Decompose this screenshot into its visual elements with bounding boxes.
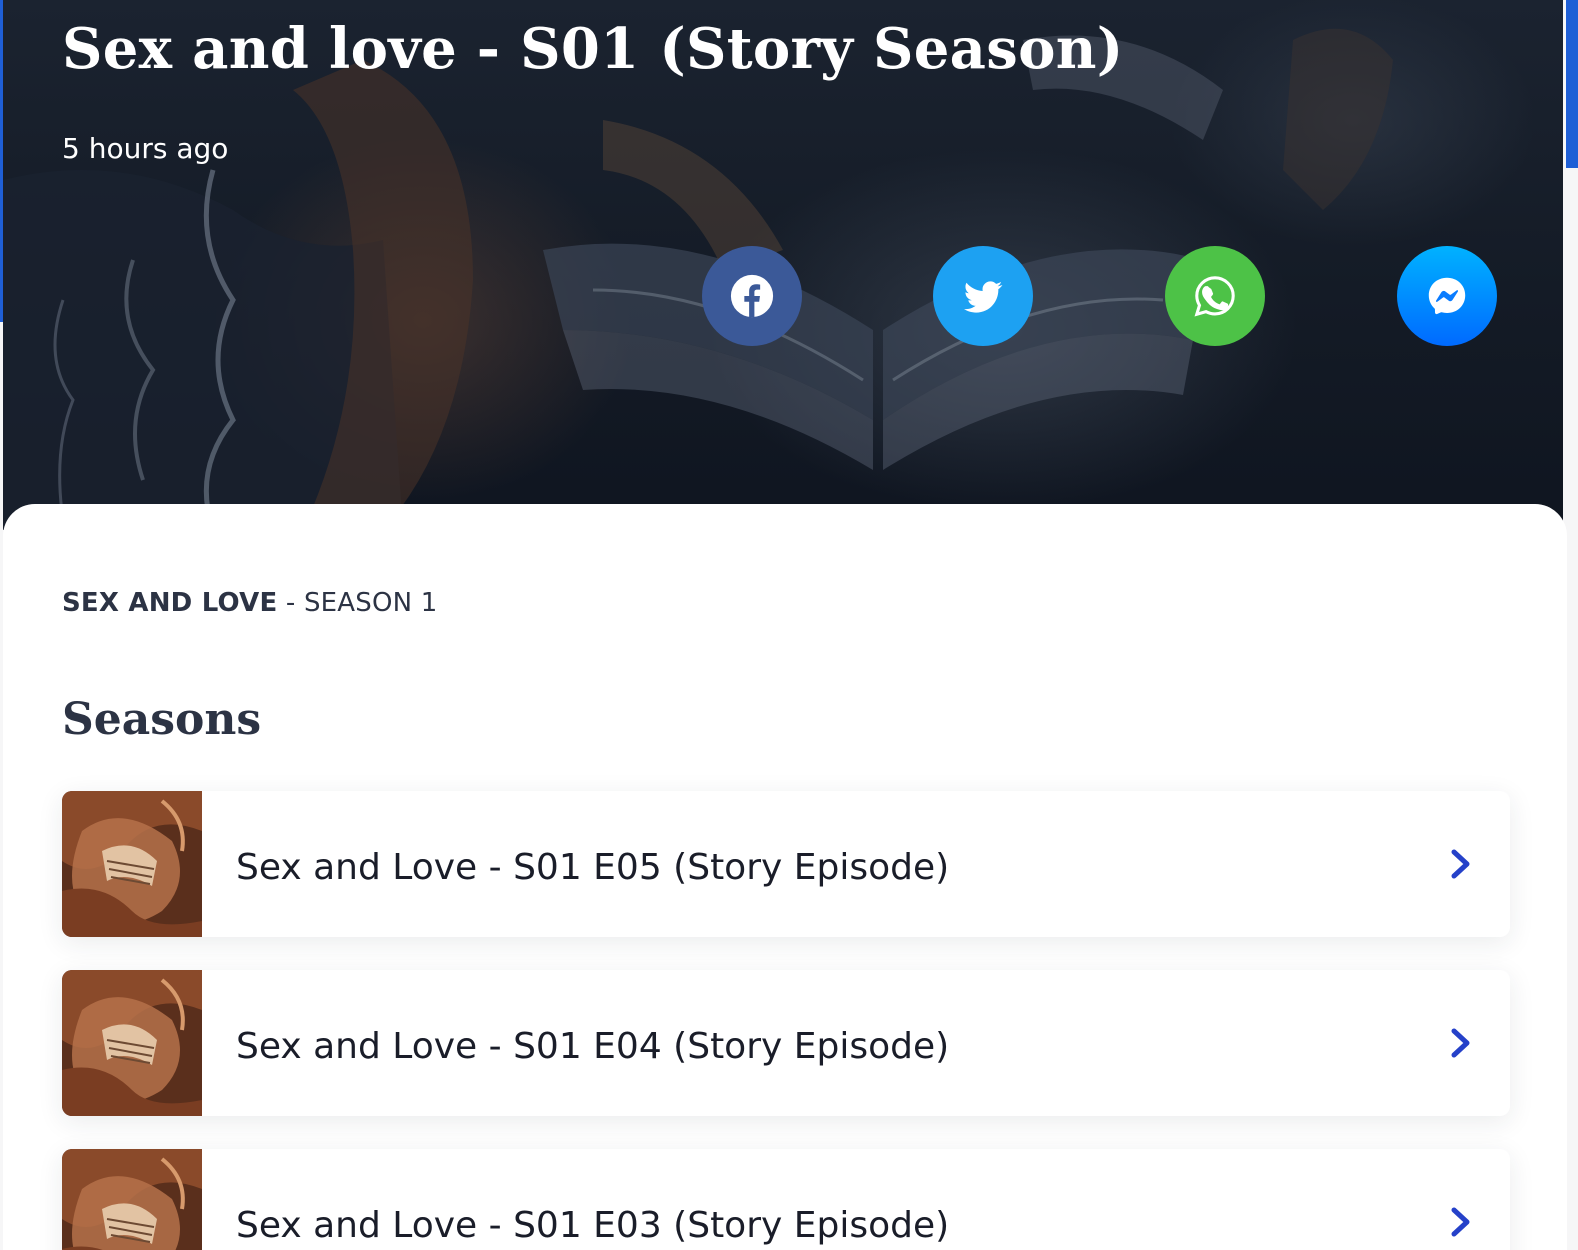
episode-list-item[interactable]: Sex and Love - S01 E04 (Story Episode) <box>62 970 1510 1116</box>
messenger-share-button[interactable] <box>1397 246 1497 346</box>
chevron-right-icon <box>1448 1207 1474 1237</box>
twitter-icon <box>963 281 1003 313</box>
season-title: Sex and love - S01 (Story Season) <box>62 16 1124 82</box>
content-card: SEX AND LOVE - SEASON 1 Seasons Sex and … <box>3 504 1567 1250</box>
breadcrumb: SEX AND LOVE - SEASON 1 <box>62 588 438 618</box>
posted-time: 5 hours ago <box>62 132 229 165</box>
breadcrumb-separator: - <box>277 588 304 618</box>
section-heading: Seasons <box>62 694 262 745</box>
facebook-share-button[interactable] <box>702 246 802 346</box>
page: Sex and love - S01 (Story Season) 5 hour… <box>0 0 1578 1250</box>
episode-thumbnail <box>62 791 202 937</box>
breadcrumb-show-link[interactable]: SEX AND LOVE <box>62 588 277 618</box>
scrollbar-thumb[interactable] <box>1566 0 1578 168</box>
episode-list-item[interactable]: Sex and Love - S01 E03 (Story Episode) <box>62 1149 1510 1250</box>
breadcrumb-season: SEASON 1 <box>303 588 438 618</box>
messenger-icon <box>1428 277 1466 315</box>
chevron-right-icon <box>1448 849 1474 879</box>
episode-list-item[interactable]: Sex and Love - S01 E05 (Story Episode) <box>62 791 1510 937</box>
whatsapp-icon <box>1194 276 1235 317</box>
chevron-right-icon <box>1448 1028 1474 1058</box>
whatsapp-share-button[interactable] <box>1165 246 1265 346</box>
hero-banner: Sex and love - S01 (Story Season) 5 hour… <box>3 0 1563 530</box>
facebook-icon <box>730 274 774 318</box>
twitter-share-button[interactable] <box>933 246 1033 346</box>
episode-title: Sex and Love - S01 E03 (Story Episode) <box>236 1205 950 1246</box>
episode-title: Sex and Love - S01 E04 (Story Episode) <box>236 1026 950 1067</box>
episode-title: Sex and Love - S01 E05 (Story Episode) <box>236 847 950 888</box>
episode-thumbnail <box>62 1149 202 1250</box>
episode-thumbnail <box>62 970 202 1116</box>
